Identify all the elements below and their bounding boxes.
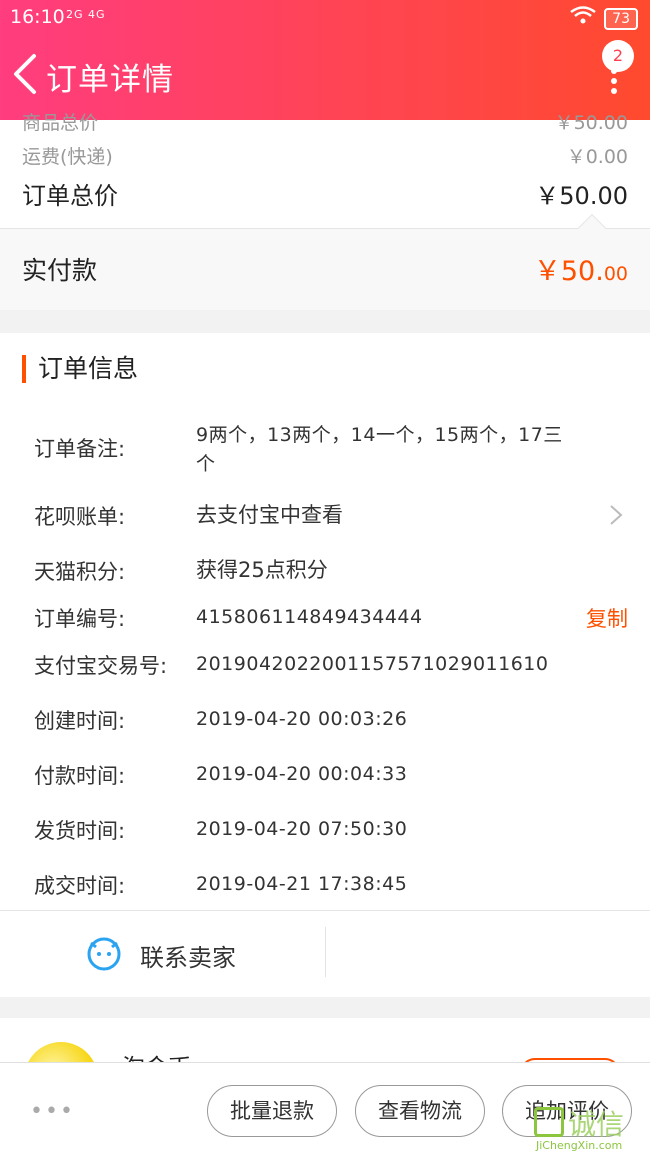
back-button[interactable] bbox=[10, 52, 50, 98]
more-actions-button[interactable]: ••• bbox=[30, 1099, 75, 1124]
contact-seller-label: 联系卖家 bbox=[140, 944, 236, 972]
paid-time-value: 2019-04-20 00:04:33 bbox=[196, 763, 408, 785]
order-note-value: 9两个，13两个，14一个，15两个，17三个 bbox=[196, 424, 563, 475]
price-summary: 商品总价 ￥50.00 运费(快递) ￥0.00 订单总价 ￥50.00 bbox=[0, 112, 650, 228]
goods-total-label: 商品总价 bbox=[22, 112, 99, 134]
order-info-section: 订单信息 订单备注: 9两个，13两个，14一个，15两个，17三个 花呗账单:… bbox=[0, 333, 650, 910]
contact-bar: 联系卖家 bbox=[0, 910, 650, 997]
created-time-value: 2019-04-20 00:03:26 bbox=[196, 708, 408, 730]
closed-time-value: 2019-04-21 17:38:45 bbox=[196, 873, 408, 895]
shipping-label: 运费(快递) bbox=[22, 146, 113, 168]
order-total-label: 订单总价 bbox=[22, 182, 118, 210]
more-menu-button[interactable] bbox=[608, 64, 620, 104]
status-bar: 16:10 2G 4G 73 bbox=[0, 0, 650, 34]
status-time: 16:10 bbox=[10, 6, 65, 28]
view-logistics-button[interactable]: 查看物流 bbox=[355, 1085, 485, 1137]
divider bbox=[325, 927, 326, 977]
goods-total-value: ￥50.00 bbox=[554, 112, 628, 134]
page-title: 订单详情 bbox=[46, 62, 174, 98]
huabei-row[interactable]: 花呗账单: 去支付宝中查看 bbox=[34, 501, 634, 531]
actual-payment: 实付款 ￥50.00 bbox=[0, 213, 650, 310]
shipping-value: ￥0.00 bbox=[566, 146, 628, 168]
batch-refund-button[interactable]: 批量退款 bbox=[207, 1085, 337, 1137]
battery-icon: 73 bbox=[604, 7, 638, 30]
watermark-logo: 诚信 JiChengXin.com bbox=[534, 1107, 625, 1152]
chevron-right-icon[interactable] bbox=[608, 504, 624, 526]
chevron-left-icon bbox=[14, 54, 36, 94]
signal-icon: 2G 4G bbox=[66, 8, 106, 21]
contact-seller-button[interactable]: 联系卖家 bbox=[0, 911, 325, 998]
copy-button[interactable]: 复制 bbox=[586, 603, 628, 633]
shop-card[interactable]: 淘金币 bbox=[0, 1018, 650, 1116]
actual-payment-label: 实付款 bbox=[22, 256, 98, 285]
chat-face-icon bbox=[87, 937, 121, 971]
actual-payment-amount: ￥50.00 bbox=[533, 256, 628, 287]
points-value: 获得25点积分 bbox=[196, 558, 328, 582]
wifi-icon bbox=[570, 6, 596, 31]
section-title: 订单信息 bbox=[22, 355, 138, 383]
alipay-value: 2019042022001157571029011610 bbox=[196, 653, 549, 675]
huabei-value: 去支付宝中查看 bbox=[196, 503, 343, 527]
shipped-time-value: 2019-04-20 07:50:30 bbox=[196, 818, 408, 840]
order-total-value: ￥50.00 bbox=[535, 182, 628, 210]
order-number-value: 415806114849434444 bbox=[196, 606, 423, 628]
status-icons: 73 bbox=[570, 6, 638, 31]
